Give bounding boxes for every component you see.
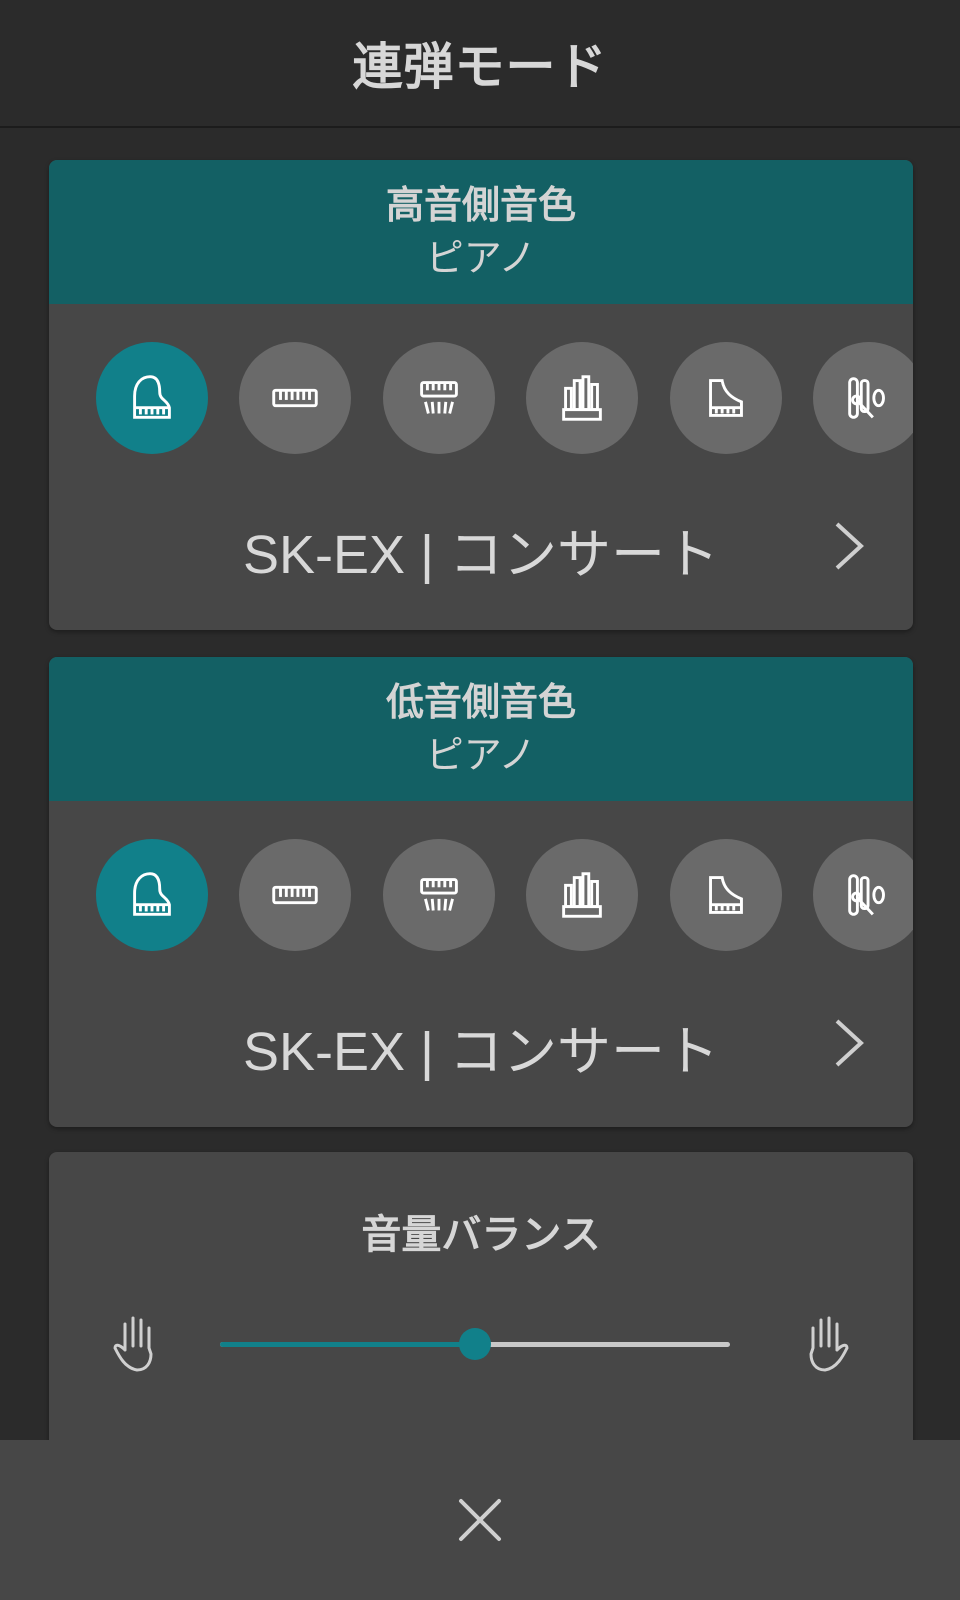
grand-piano-icon bbox=[133, 872, 171, 916]
upper-part-card: 高音側音色 ピアノ SK-EX | コンサート bbox=[49, 160, 913, 630]
upper-voice-row[interactable]: SK-EX | コンサート bbox=[49, 496, 913, 630]
page-title: 連弾モード bbox=[352, 38, 608, 96]
upper-part-header: 高音側音色 ピアノ bbox=[49, 160, 913, 304]
upright-piano-icon bbox=[709, 379, 743, 417]
electric-piano-icon bbox=[272, 885, 318, 905]
chevron-right-icon[interactable] bbox=[829, 1013, 869, 1073]
chevron-right-icon[interactable] bbox=[829, 516, 869, 576]
lower-category-electric-piano[interactable] bbox=[239, 839, 351, 951]
balance-card: 音量バランス bbox=[49, 1152, 913, 1482]
strings-icon bbox=[848, 874, 885, 916]
lower-voice-name[interactable]: SK-EX | コンサート bbox=[49, 1007, 913, 1086]
slider-fill bbox=[220, 1342, 475, 1347]
footer-bar bbox=[0, 1440, 960, 1600]
upper-category-name: ピアノ bbox=[425, 236, 537, 280]
upper-category-harpsichord[interactable] bbox=[383, 342, 495, 454]
upper-category-electric-piano[interactable] bbox=[239, 342, 351, 454]
lower-category-grand-piano[interactable] bbox=[96, 839, 208, 951]
balance-title: 音量バランス bbox=[361, 1212, 601, 1258]
close-icon[interactable] bbox=[455, 1495, 505, 1545]
upper-voice-name[interactable]: SK-EX | コンサート bbox=[49, 510, 913, 589]
app-header: 連弾モード bbox=[0, 0, 960, 128]
left-hand-icon bbox=[113, 1316, 153, 1372]
grand-piano-icon bbox=[133, 375, 171, 419]
right-hand-icon bbox=[809, 1316, 849, 1372]
lower-voice-row[interactable]: SK-EX | コンサート bbox=[49, 993, 913, 1127]
organ-icon bbox=[562, 375, 602, 421]
upper-category-upright-piano[interactable] bbox=[670, 342, 782, 454]
harpsichord-icon bbox=[420, 878, 458, 911]
lower-part-card: 低音側音色 ピアノ SK-EX | コンサート bbox=[49, 657, 913, 1127]
upper-part-label: 高音側音色 bbox=[385, 183, 576, 227]
electric-piano-icon bbox=[272, 388, 318, 408]
upright-piano-icon bbox=[709, 876, 743, 914]
strings-icon bbox=[848, 377, 885, 419]
lower-category-organ[interactable] bbox=[526, 839, 638, 951]
lower-category-harpsichord[interactable] bbox=[383, 839, 495, 951]
volume-balance-slider[interactable] bbox=[220, 1328, 730, 1360]
upper-category-row bbox=[49, 304, 913, 496]
upper-category-strings[interactable] bbox=[813, 342, 913, 454]
lower-category-name: ピアノ bbox=[425, 733, 537, 777]
upper-category-organ[interactable] bbox=[526, 342, 638, 454]
lower-category-strings[interactable] bbox=[813, 839, 913, 951]
organ-icon bbox=[562, 872, 602, 918]
upper-category-grand-piano[interactable] bbox=[96, 342, 208, 454]
lower-category-row bbox=[49, 801, 913, 993]
lower-category-upright-piano[interactable] bbox=[670, 839, 782, 951]
lower-part-label: 低音側音色 bbox=[385, 680, 576, 724]
harpsichord-icon bbox=[420, 381, 458, 414]
slider-thumb[interactable] bbox=[459, 1328, 491, 1360]
lower-part-header: 低音側音色 ピアノ bbox=[49, 657, 913, 801]
